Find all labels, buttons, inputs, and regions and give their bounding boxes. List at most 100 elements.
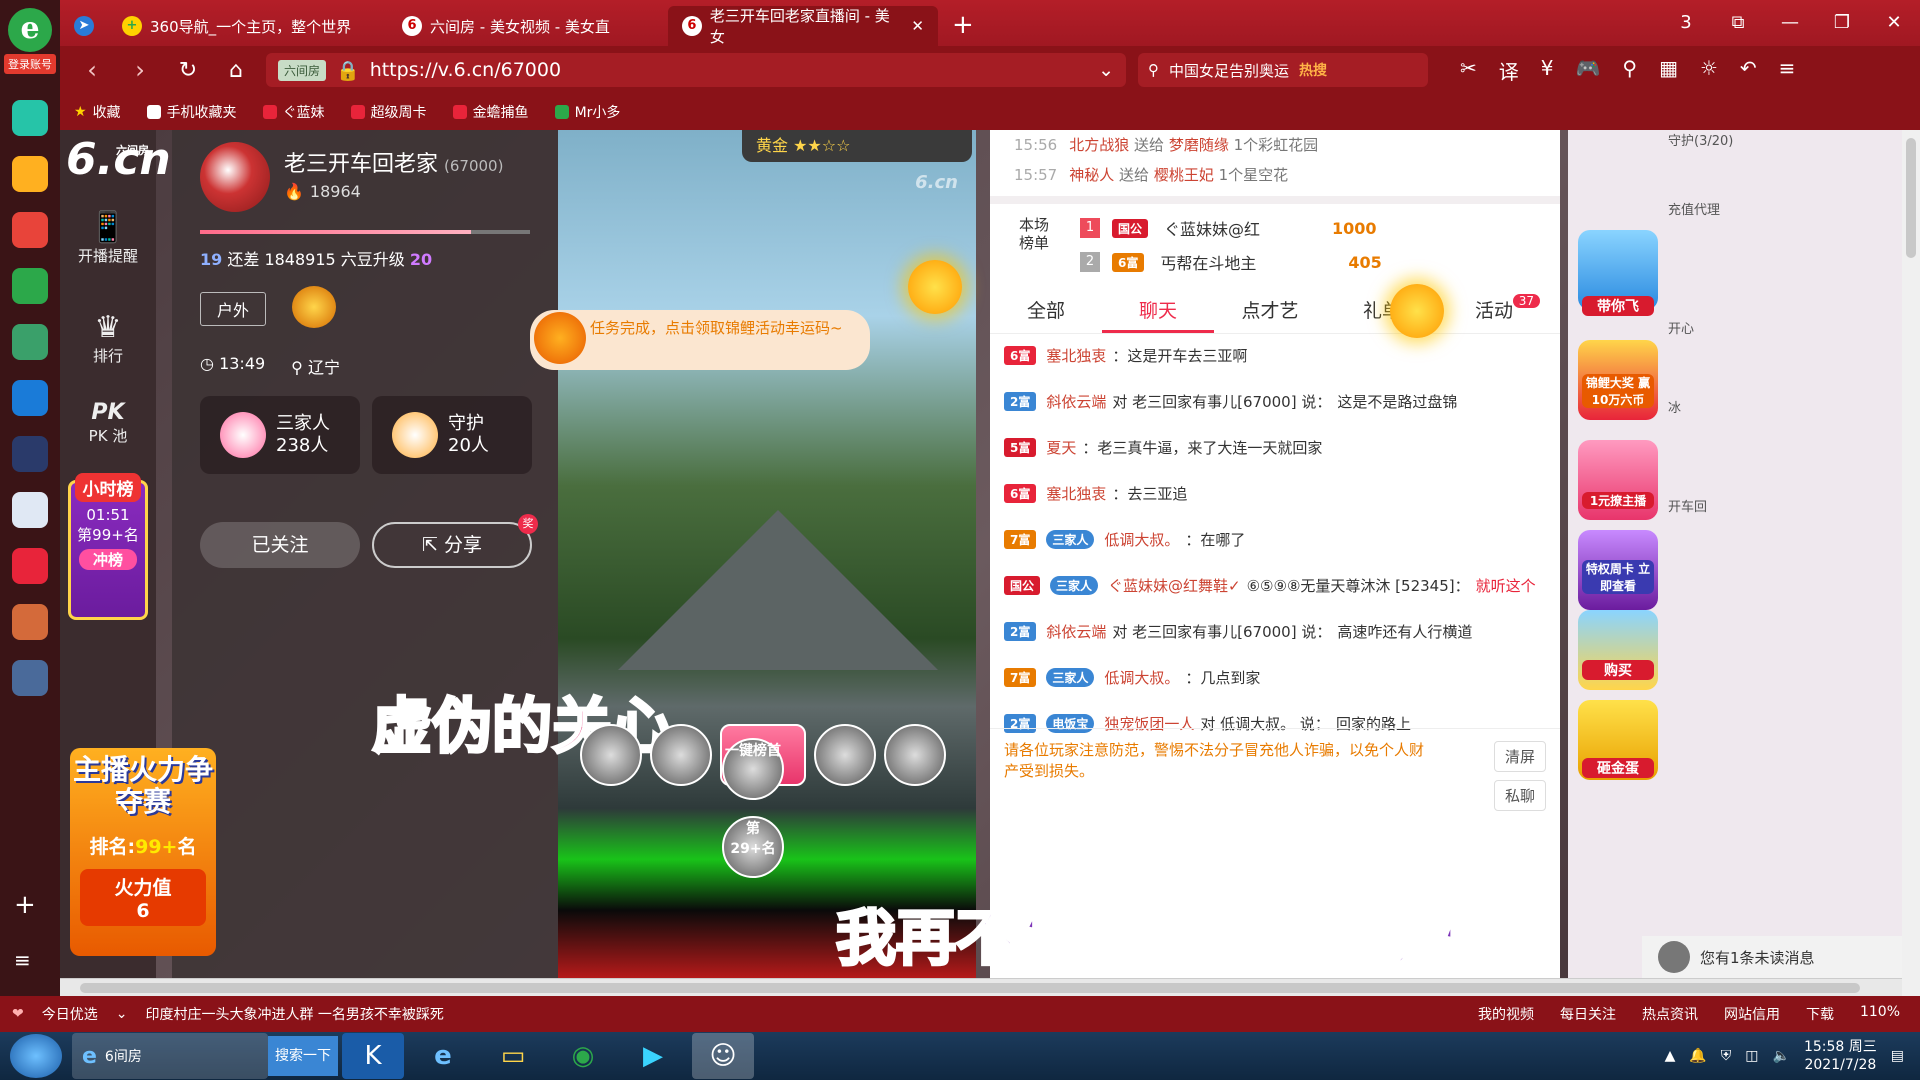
ie-browser-icon[interactable]: e (412, 1033, 474, 1079)
mail-icon[interactable] (12, 268, 48, 304)
vertical-scrollbar[interactable] (1902, 130, 1920, 996)
tab-360-home[interactable]: + 360导航_一个主页，整个世界 (108, 6, 388, 46)
new-tab-button[interactable]: + (938, 6, 988, 46)
chat-username[interactable]: ぐ蓝妹妹@红舞鞋✓ (1108, 575, 1241, 596)
p-app-icon[interactable] (12, 380, 48, 416)
clear-screen-button[interactable]: 清屏 (1493, 741, 1546, 772)
viewer-avatar[interactable] (814, 724, 876, 786)
game2-icon[interactable] (12, 604, 48, 640)
share-button[interactable]: ⇱ 分享 奖 (372, 514, 538, 568)
taskbar-browser[interactable]: e 6间房 (72, 1033, 268, 1079)
today-picks[interactable]: 今日优选 (42, 1004, 98, 1024)
tab-navigation[interactable]: ➤ (60, 6, 108, 46)
family-box[interactable]: 三家人 238人 (200, 396, 360, 474)
search-input[interactable]: ⚲ 中国女足告别奥运 热搜 (1138, 53, 1428, 87)
zoom-level[interactable]: 110% (1860, 1004, 1900, 1024)
chat-username[interactable]: 塞北独衷 (1046, 483, 1106, 504)
chat-username[interactable]: 斜依云端 (1046, 621, 1106, 642)
weibo-icon[interactable] (12, 212, 48, 248)
bookmark-mobile[interactable]: 手机收藏夹 (146, 102, 237, 122)
login-button[interactable]: 登录账号 (4, 54, 56, 74)
chat-username[interactable]: 斜依云端 (1046, 391, 1106, 412)
status-my-video[interactable]: 我的视频 (1478, 1004, 1534, 1024)
forward-icon[interactable]: › (122, 56, 158, 84)
scroll-thumb[interactable] (80, 983, 1860, 993)
coin-icon[interactable]: ¥ (1541, 56, 1554, 85)
tab-all[interactable]: 全部 (990, 288, 1102, 333)
favorites-star-icon[interactable] (12, 156, 48, 192)
magnifier-icon[interactable]: ⚲ (1622, 56, 1637, 85)
category-tag[interactable]: 户外 (200, 292, 267, 326)
fire-contest-widget[interactable]: 主播火力争夺赛 排名:99+名 火力值 6 (70, 748, 216, 956)
guard-name[interactable]: 冰 (1668, 397, 1798, 416)
sun-gift-icon[interactable] (1390, 284, 1444, 338)
bookmark-weekcard[interactable]: 超级周卡 (350, 102, 427, 122)
unread-message-bar[interactable]: 您有1条未读消息 (1642, 936, 1902, 978)
status-daily-follow[interactable]: 每日关注 (1560, 1004, 1616, 1024)
k-app-icon[interactable]: K (342, 1033, 404, 1079)
start-button[interactable] (10, 1034, 62, 1078)
rush-rank-button[interactable]: 冲榜 (79, 549, 137, 570)
url-input[interactable]: 六间房 🔒 https://v.6.cn/67000 ⌄ (266, 53, 1126, 87)
guard-box[interactable]: 守护 20人 (372, 396, 532, 474)
gift-user[interactable]: 神秘人 (1069, 166, 1114, 184)
tab-6cn-list[interactable]: 6 六间房 - 美女视频 - 美女直 (388, 6, 668, 46)
site-logo[interactable]: 6.cn 六间房 (66, 134, 171, 185)
rank-row[interactable]: 2 6富 丐帮在斗地主 405 (1080, 250, 1382, 274)
folder-icon[interactable]: ▭ (482, 1033, 544, 1079)
scroll-thumb[interactable] (1906, 138, 1916, 258)
undo-icon[interactable]: ↶ (1740, 56, 1757, 85)
rail-ranking[interactable]: ♛ 排行 (60, 310, 156, 366)
skin-icon[interactable]: ⧉ (1712, 0, 1764, 46)
gift-user[interactable]: 北方战狼 (1069, 136, 1129, 154)
bookmark-lanmei[interactable]: ぐ蓝妹 (262, 102, 325, 122)
close-tab-icon[interactable]: ✕ (911, 17, 924, 35)
menu-list-icon[interactable]: ≡ (14, 948, 31, 972)
gift-target[interactable]: 樱桃王妃 (1154, 166, 1214, 184)
hour-board[interactable]: 小时榜 01:51 第99+名 冲榜 (68, 473, 148, 620)
notification-icon[interactable]: ▤ (1891, 1048, 1904, 1064)
home-icon[interactable]: ⌂ (218, 58, 254, 83)
game3-icon[interactable] (12, 660, 48, 696)
one-click-top-button[interactable]: 一键榜首 第29+名 (720, 724, 806, 878)
scissors-icon[interactable]: ✂ (1460, 56, 1477, 85)
private-chat-button[interactable]: 私聊 (1493, 780, 1546, 811)
tab-chat[interactable]: 聊天 (1102, 288, 1214, 333)
tab-talent[interactable]: 点才艺 (1214, 288, 1326, 333)
grid-icon[interactable]: ▦ (1659, 56, 1678, 85)
doc-icon[interactable] (12, 492, 48, 528)
360-browser-icon[interactable]: ◉ (552, 1033, 614, 1079)
task-complete-bubble[interactable]: 任务完成，点击领取锦鲤活动幸运码~ (530, 310, 870, 370)
viewer-avatar[interactable] (580, 724, 642, 786)
chat-username[interactable]: 低调大叔。 (1104, 667, 1179, 688)
add-sidebar-icon[interactable]: + (14, 890, 36, 920)
viewer-avatar[interactable] (884, 724, 946, 786)
tab-count-icon[interactable]: 3 (1660, 0, 1712, 46)
network-icon[interactable]: ◫ (1745, 1048, 1758, 1064)
taskbar-search-button[interactable]: 搜索一下 (268, 1036, 338, 1076)
bookmark-mrxiaoduo[interactable]: Mr小多 (554, 102, 620, 122)
plus-app-icon[interactable] (12, 100, 48, 136)
bookmark-favorites[interactable]: ★ 收藏 (74, 102, 121, 122)
rail-live-reminder[interactable]: 📱 开播提醒 (60, 210, 156, 266)
refresh-icon[interactable]: ↻ (170, 58, 206, 83)
rank-row[interactable]: 1 国公 ぐ蓝妹妹@红 1000 (1080, 216, 1377, 240)
player-icon[interactable]: ▶ (622, 1033, 684, 1079)
close-window-button[interactable]: ✕ (1868, 0, 1920, 46)
shield-tray-icon[interactable]: ⛨ (1721, 1048, 1732, 1064)
bookmark-fishing[interactable]: 金蟾捕鱼 (452, 102, 529, 122)
chat-username[interactable]: 低调大叔。 (1104, 529, 1179, 550)
status-hot-news[interactable]: 热点资讯 (1642, 1004, 1698, 1024)
brightness-icon[interactable]: ☼ (1700, 56, 1718, 85)
minimize-button[interactable]: — (1764, 0, 1816, 46)
clock[interactable]: 15:58 周三 2021/7/28 (1804, 1038, 1877, 1074)
horizontal-scrollbar[interactable] (60, 978, 1902, 996)
chevron-down-icon[interactable]: ⌄ (1098, 59, 1114, 81)
guard-name[interactable]: 开车回 (1668, 496, 1798, 515)
gamepad-icon[interactable]: 🎮 (1576, 56, 1601, 85)
tab-live-room[interactable]: 6 老三开车回老家直播间 - 美女 ✕ (668, 6, 938, 46)
red-app-icon[interactable] (12, 548, 48, 584)
menu-icon[interactable]: ≡ (1779, 56, 1796, 85)
rank-box-title[interactable]: 本场榜单 (1016, 216, 1052, 252)
status-download[interactable]: 下载 (1806, 1004, 1834, 1024)
